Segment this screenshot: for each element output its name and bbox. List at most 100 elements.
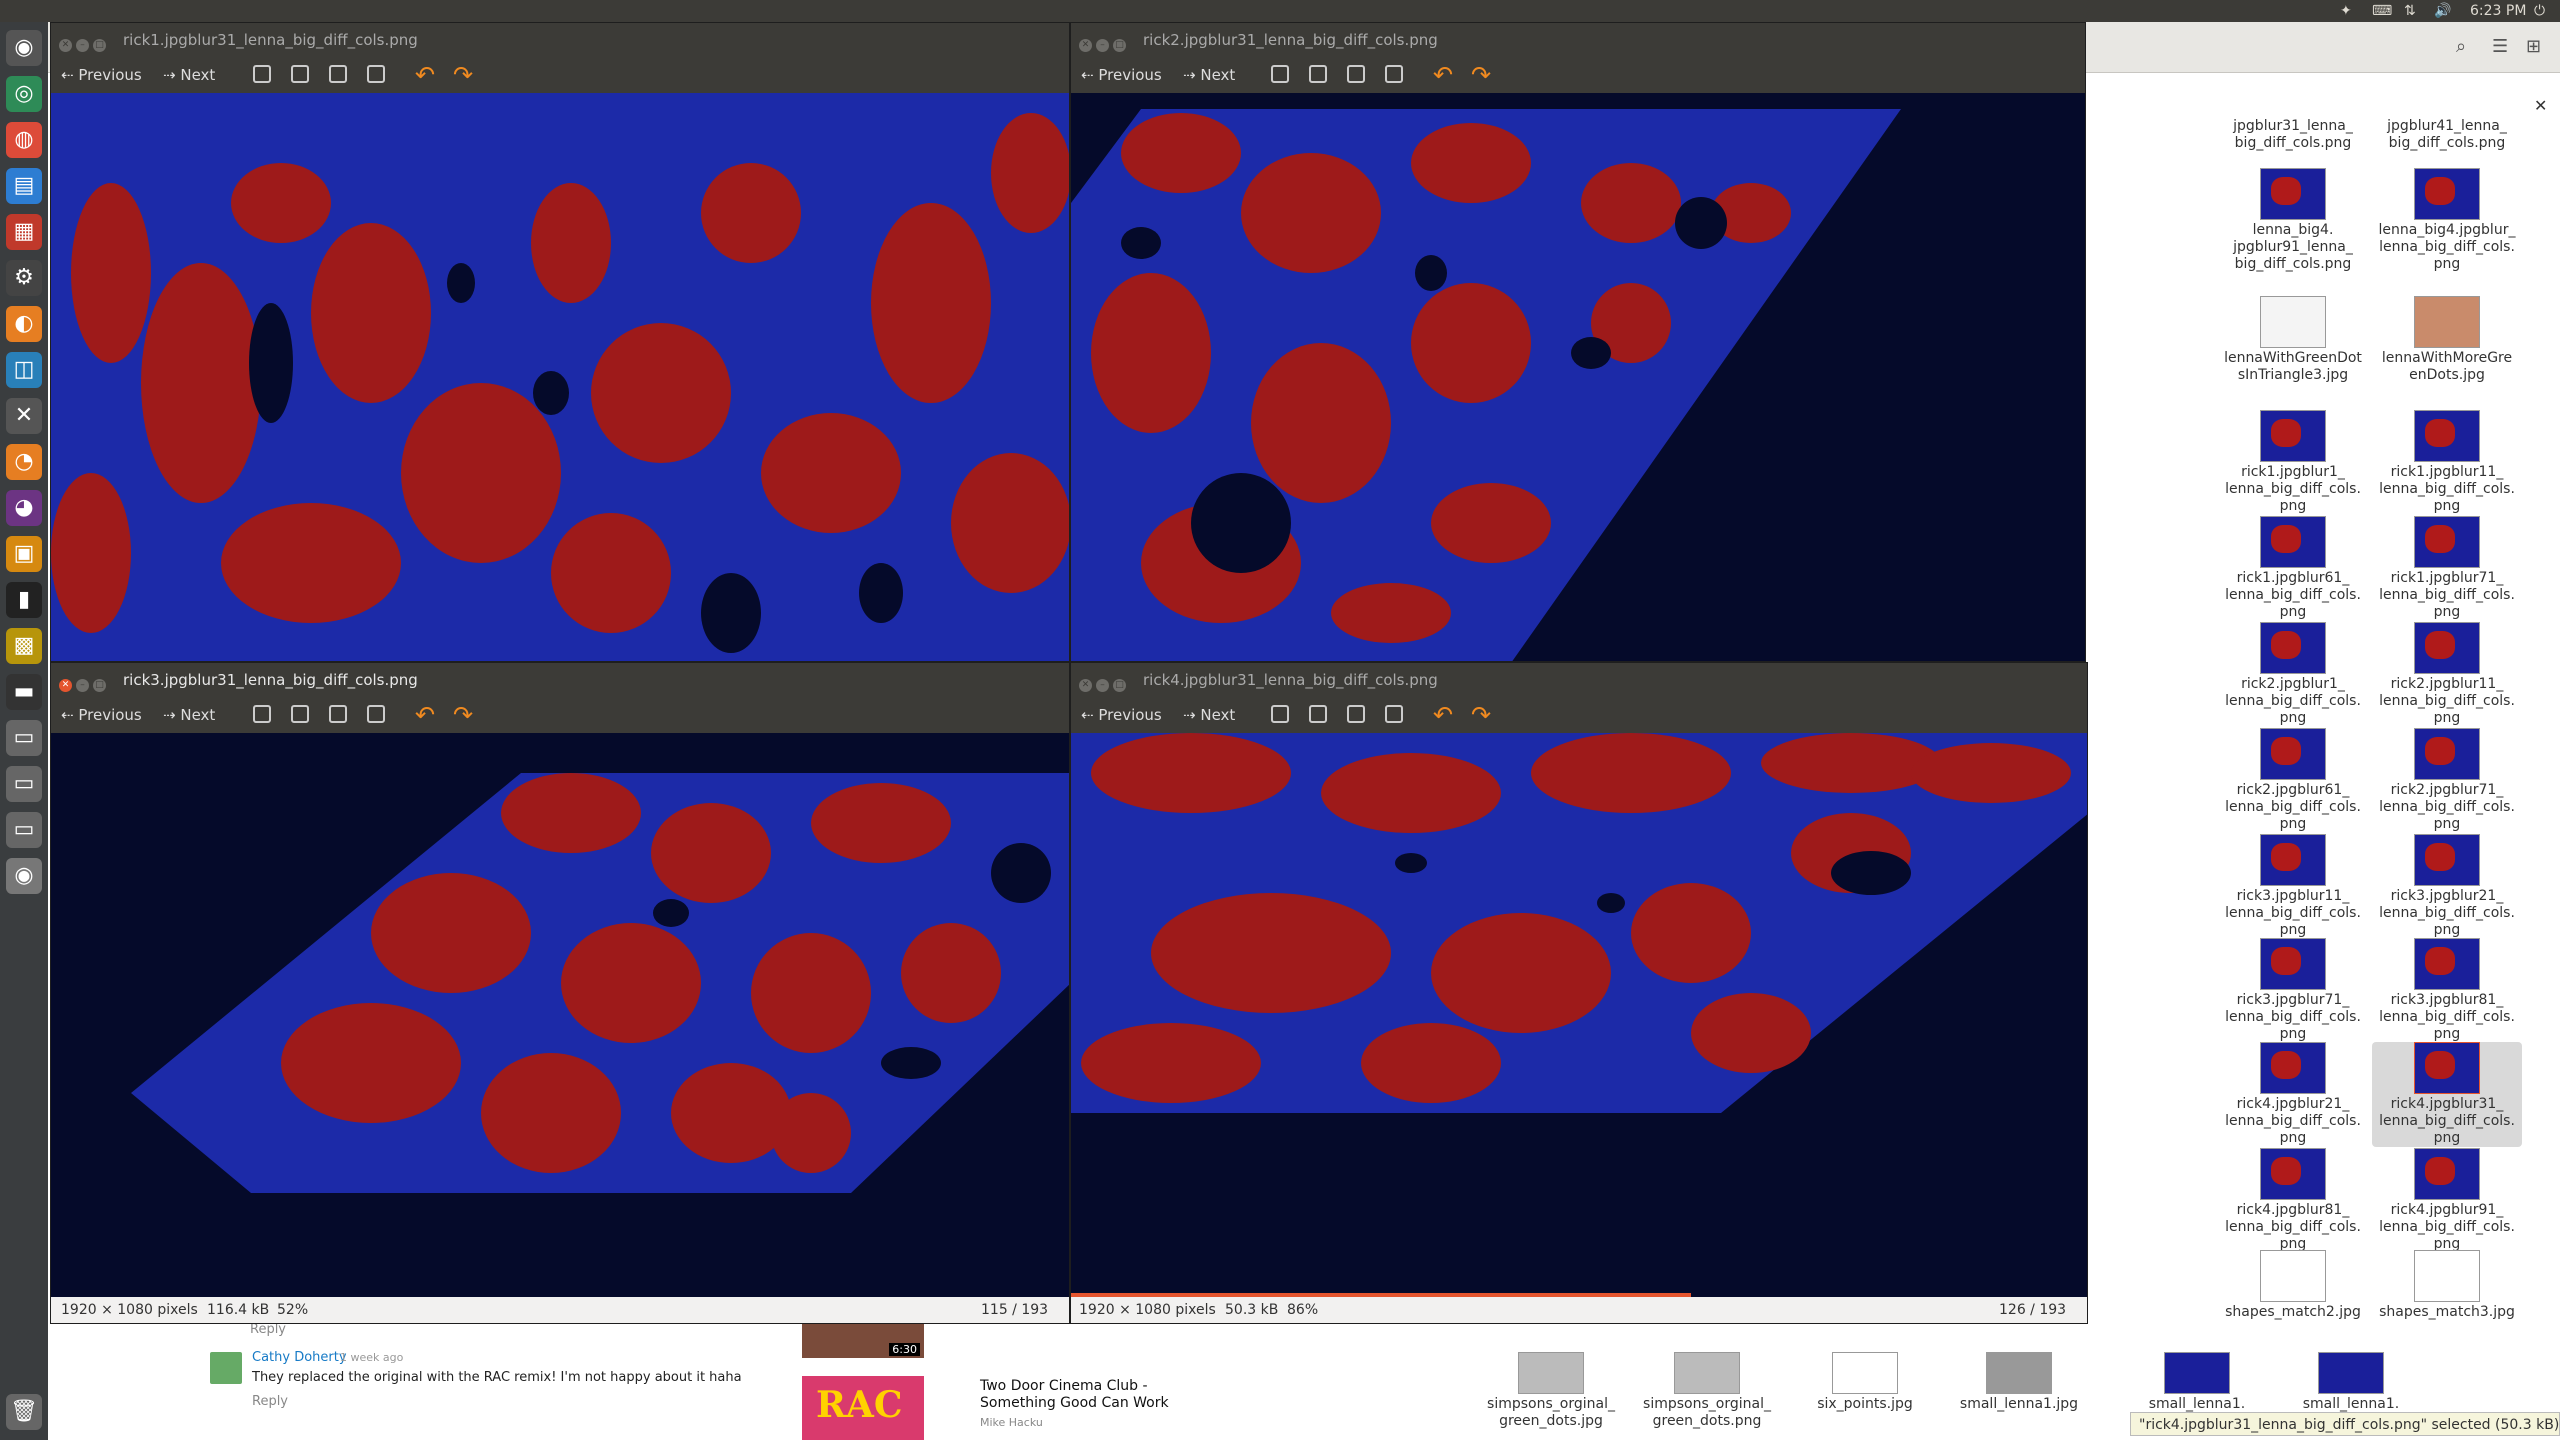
commenter-name[interactable]: Cathy Doherty [252, 1350, 347, 1365]
video-title[interactable]: Two Door Cinema Club - Something Good Ca… [980, 1378, 1170, 1412]
rotate-right-icon[interactable]: ↷ [1471, 61, 1491, 89]
previous-button[interactable]: ⇠ Previous [1081, 703, 1162, 727]
next-button[interactable]: ⇢ Next [1183, 703, 1235, 727]
file-item[interactable]: rick2.jpgblur71_ lenna_big_diff_cols. pn… [2372, 728, 2522, 833]
file-item[interactable]: shapes_match3.jpg [2372, 1250, 2522, 1321]
app-icon-4[interactable]: ◔ [6, 444, 42, 480]
drive-icon-3[interactable]: ▭ [6, 812, 42, 848]
rotate-left-icon[interactable]: ↶ [1433, 701, 1453, 729]
zoom-icon[interactable] [253, 705, 271, 723]
file-item[interactable]: rick2.jpgblur11_ lenna_big_diff_cols. pn… [2372, 622, 2522, 727]
file-item[interactable]: small_lenna1.jpg [1944, 1352, 2094, 1413]
file-item[interactable]: rick2.jpgblur1_ lenna_big_diff_cols. png [2218, 622, 2368, 727]
file-item[interactable]: lenna_big4.jpgblur_ lenna_big_diff_cols.… [2372, 168, 2522, 273]
file-item[interactable]: rick4.jpgblur31_ lenna_big_diff_cols. pn… [2372, 1042, 2522, 1147]
image-canvas[interactable] [51, 93, 1069, 661]
fullscreen-icon[interactable] [329, 705, 347, 723]
image-canvas[interactable] [51, 733, 1069, 1297]
minimize-icon[interactable]: – [76, 39, 89, 52]
file-item[interactable]: small_lenna1. [2122, 1352, 2272, 1413]
dropbox-icon[interactable]: ✦ [2340, 2, 2352, 20]
file-item[interactable]: rick4.jpgblur81_ lenna_big_diff_cols. pn… [2218, 1148, 2368, 1253]
app-icon-7[interactable]: ▩ [6, 628, 42, 664]
file-item[interactable]: jpgblur31_lenna_ big_diff_cols.png [2218, 118, 2368, 152]
file-item[interactable]: lennaWithGreenDot sInTriangle3.jpg [2218, 296, 2368, 384]
file-item[interactable]: shapes_match2.jpg [2218, 1250, 2368, 1321]
video-thumbnail-2[interactable]: RAC [802, 1376, 924, 1440]
fit-icon[interactable] [291, 65, 309, 83]
minimize-icon[interactable]: – [76, 679, 89, 692]
keyboard-icon[interactable]: ⌨ [2372, 2, 2392, 20]
app-icon-5[interactable]: ◕ [6, 490, 42, 526]
fullscreen-icon[interactable] [1347, 705, 1365, 723]
dash-icon[interactable]: ◉ [6, 30, 42, 66]
app-icon-1[interactable]: ◎ [6, 76, 42, 112]
rotate-left-icon[interactable]: ↶ [415, 701, 435, 729]
fullscreen-icon[interactable] [1347, 65, 1365, 83]
fullscreen-icon[interactable] [329, 65, 347, 83]
file-item[interactable]: lennaWithMoreGre enDots.jpg [2372, 296, 2522, 384]
drive-icon-2[interactable]: ▭ [6, 766, 42, 802]
maximize-icon[interactable]: □ [93, 39, 106, 52]
zoom-icon[interactable] [253, 65, 271, 83]
file-item[interactable]: small_lenna1. [2276, 1352, 2426, 1413]
reply-link-2[interactable]: Reply [252, 1394, 288, 1409]
previous-button[interactable]: ⇠ Previous [61, 703, 142, 727]
previous-button[interactable]: ⇠ Previous [61, 63, 142, 87]
chrome-icon[interactable]: ◍ [6, 122, 42, 158]
disc-icon[interactable]: ◉ [6, 858, 42, 894]
file-item[interactable]: rick3.jpgblur11_ lenna_big_diff_cols. pn… [2218, 834, 2368, 939]
editor-icon[interactable]: ▤ [6, 168, 42, 204]
rotate-right-icon[interactable]: ↷ [453, 61, 473, 89]
grid-view-icon[interactable]: ⊞ [2526, 36, 2541, 57]
file-item[interactable]: rick3.jpgblur71_ lenna_big_diff_cols. pn… [2218, 938, 2368, 1043]
network-icon[interactable]: ⇅ [2404, 2, 2416, 20]
file-item[interactable]: rick3.jpgblur81_ lenna_big_diff_cols. pn… [2372, 938, 2522, 1043]
fit-icon[interactable] [291, 705, 309, 723]
file-item[interactable]: rick1.jpgblur11_ lenna_big_diff_cols. pn… [2372, 410, 2522, 515]
zoom-icon[interactable] [1271, 65, 1289, 83]
gallery-icon[interactable] [367, 705, 385, 723]
app-icon-8[interactable]: ▬ [6, 674, 42, 710]
file-item[interactable]: rick3.jpgblur21_ lenna_big_diff_cols. pn… [2372, 834, 2522, 939]
list-view-icon[interactable]: ☰ [2492, 36, 2508, 57]
fit-icon[interactable] [1309, 705, 1327, 723]
file-item[interactable]: jpgblur41_lenna_ big_diff_cols.png [2372, 118, 2522, 152]
app-icon-3[interactable]: ◫ [6, 352, 42, 388]
trash-icon[interactable]: 🗑 [6, 1394, 42, 1430]
gallery-icon[interactable] [367, 65, 385, 83]
maximize-icon[interactable]: □ [1113, 679, 1126, 692]
file-item[interactable]: rick4.jpgblur21_ lenna_big_diff_cols. pn… [2218, 1042, 2368, 1147]
file-item[interactable]: lenna_big4. jpgblur91_lenna_ big_diff_co… [2218, 168, 2368, 273]
minimize-icon[interactable]: – [1096, 39, 1109, 52]
file-item[interactable]: simpsons_orginal_ green_dots.jpg [1476, 1352, 1626, 1430]
zoom-icon[interactable] [1271, 705, 1289, 723]
app-icon-2[interactable]: ▦ [6, 214, 42, 250]
sound-icon[interactable]: 🔊 [2434, 2, 2451, 20]
next-button[interactable]: ⇢ Next [163, 703, 215, 727]
gallery-icon[interactable] [1385, 65, 1403, 83]
file-item[interactable]: simpsons_orginal_ green_dots.png [1632, 1352, 1782, 1430]
tools-icon[interactable]: ✕ [6, 398, 42, 434]
file-item[interactable]: rick1.jpgblur71_ lenna_big_diff_cols. pn… [2372, 516, 2522, 621]
close-icon[interactable]: ✕ [59, 679, 72, 692]
file-item[interactable]: six_points.jpg [1790, 1352, 1940, 1413]
next-button[interactable]: ⇢ Next [1183, 63, 1235, 87]
gallery-icon[interactable] [1385, 705, 1403, 723]
maximize-icon[interactable]: □ [93, 679, 106, 692]
file-item[interactable]: rick2.jpgblur61_ lenna_big_diff_cols. pn… [2218, 728, 2368, 833]
file-item[interactable]: rick1.jpgblur61_ lenna_big_diff_cols. pn… [2218, 516, 2368, 621]
terminal-icon[interactable]: ▮ [6, 582, 42, 618]
reply-link-1[interactable]: Reply [250, 1322, 286, 1337]
firefox-icon[interactable]: ◐ [6, 306, 42, 342]
file-item[interactable]: rick4.jpgblur91_ lenna_big_diff_cols. pn… [2372, 1148, 2522, 1253]
app-icon-6[interactable]: ▣ [6, 536, 42, 572]
rotate-right-icon[interactable]: ↷ [1471, 701, 1491, 729]
image-canvas[interactable] [1071, 733, 2087, 1297]
next-button[interactable]: ⇢ Next [163, 63, 215, 87]
drive-icon-1[interactable]: ▭ [6, 720, 42, 756]
rotate-left-icon[interactable]: ↶ [1433, 61, 1453, 89]
image-canvas[interactable] [1071, 93, 2085, 661]
rotate-right-icon[interactable]: ↷ [453, 701, 473, 729]
clock[interactable]: 6:23 PM [2470, 2, 2526, 20]
